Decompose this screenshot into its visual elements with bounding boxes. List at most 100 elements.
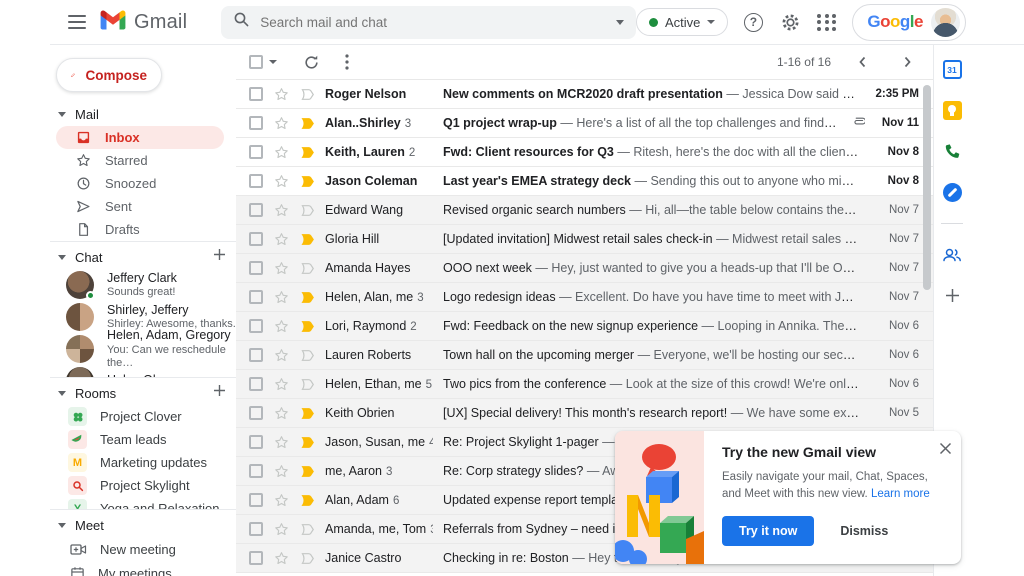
importance-marker[interactable] [299,492,315,508]
row-checkbox[interactable] [249,261,263,275]
email-row[interactable]: Gloria Hill [Updated invitation] Midwest… [236,225,933,254]
row-checkbox[interactable] [249,377,263,391]
settings-button[interactable] [778,10,802,34]
select-options-caret-icon[interactable] [269,60,277,64]
email-row[interactable]: Keith Obrien [UX] Special delivery! This… [236,399,933,428]
row-checkbox[interactable] [249,464,263,478]
star-icon[interactable] [273,492,289,508]
row-checkbox[interactable] [249,522,263,536]
row-checkbox[interactable] [249,348,263,362]
row-checkbox[interactable] [249,87,263,101]
importance-marker[interactable] [299,260,315,276]
importance-marker[interactable] [299,144,315,160]
learn-more-link[interactable]: Learn more [871,488,930,500]
row-checkbox[interactable] [249,116,263,130]
star-icon[interactable] [273,260,289,276]
email-row[interactable]: Helen, Ethan, me 5 Two pics from the conf… [236,370,933,399]
sidebar-item-my-meetings[interactable]: My meetings [50,561,236,576]
star-icon[interactable] [273,144,289,160]
add-room-icon[interactable] [213,384,226,402]
row-checkbox[interactable] [249,232,263,246]
importance-marker[interactable] [299,318,315,334]
row-checkbox[interactable] [249,290,263,304]
meet-section-header[interactable]: Meet [50,513,236,537]
importance-marker[interactable] [299,115,315,131]
importance-marker[interactable] [299,463,315,479]
sidebar-item-sent[interactable]: Sent [50,195,236,218]
email-row[interactable]: Jason Coleman Last year's EMEA strategy … [236,167,933,196]
dismiss-button[interactable]: Dismiss [840,524,888,538]
star-icon[interactable] [273,202,289,218]
importance-marker[interactable] [299,231,315,247]
calendar-app-button[interactable]: 31 [941,59,963,80]
help-button[interactable]: ? [741,10,765,34]
compose-button[interactable]: Compose [56,58,162,92]
row-checkbox[interactable] [249,551,263,565]
importance-marker[interactable] [299,405,315,421]
importance-marker[interactable] [299,202,315,218]
chat-item[interactable]: Helen, Adam, Gregory You: Can we resched… [50,328,236,369]
email-row[interactable]: Amanda Hayes OOO next week — Hey, just w… [236,254,933,283]
sidebar-item-new-meeting[interactable]: New meeting [50,537,236,561]
email-row[interactable]: Alan..Shirley 3 Q1 project wrap-up — Here… [236,109,933,138]
rooms-section-header[interactable]: Rooms [50,381,236,405]
keep-app-button[interactable] [941,100,963,121]
voice-app-button[interactable] [941,141,963,162]
star-icon[interactable] [273,115,289,131]
star-icon[interactable] [273,347,289,363]
star-icon[interactable] [273,376,289,392]
star-icon[interactable] [273,173,289,189]
newer-page-button[interactable] [851,50,875,74]
room-item[interactable]: Project Skylight [50,474,236,497]
importance-marker[interactable] [299,376,315,392]
contacts-app-button[interactable] [941,244,963,265]
importance-marker[interactable] [299,550,315,566]
search-options-caret-icon[interactable] [615,19,624,25]
email-row[interactable]: Lauren Roberts Town hall on the upcoming… [236,341,933,370]
room-item[interactable]: Y Yoga and Relaxation [50,497,236,509]
older-page-button[interactable] [895,50,919,74]
sidebar-item-drafts[interactable]: Drafts [50,218,236,241]
email-row[interactable]: Edward Wang Revised organic search numbe… [236,196,933,225]
star-icon[interactable] [273,521,289,537]
account-chip[interactable]: Google [852,3,966,41]
email-row[interactable]: Roger Nelson New comments on MCR2020 dra… [236,80,933,109]
star-icon[interactable] [273,86,289,102]
importance-marker[interactable] [299,173,315,189]
row-checkbox[interactable] [249,406,263,420]
refresh-button[interactable] [299,50,323,74]
row-checkbox[interactable] [249,435,263,449]
tasks-app-button[interactable] [941,182,963,203]
search-input[interactable] [260,14,616,30]
close-icon[interactable] [939,442,952,460]
status-selector[interactable]: Active [635,8,729,36]
email-row[interactable]: Keith, Lauren 2 Fwd: Client resources for… [236,138,933,167]
star-icon[interactable] [273,550,289,566]
room-item[interactable]: Team leads [50,428,236,451]
try-it-now-button[interactable]: Try it now [722,515,815,546]
sidebar-item-starred[interactable]: Starred [50,149,236,172]
sidebar-item-snoozed[interactable]: Snoozed [50,172,236,195]
profile-avatar[interactable] [931,7,960,37]
list-scrollbar[interactable] [923,85,931,290]
room-item[interactable]: Project Clover [50,405,236,428]
more-options-button[interactable] [335,50,359,74]
row-checkbox[interactable] [249,493,263,507]
chat-section-header[interactable]: Chat [50,245,236,269]
search-icon[interactable] [233,11,250,33]
mail-section-header[interactable]: Mail [50,102,236,126]
star-icon[interactable] [273,405,289,421]
chat-item[interactable]: Jeffery Clark Sounds great! [50,269,236,301]
main-menu-icon[interactable] [58,3,96,41]
importance-marker[interactable] [299,521,315,537]
importance-marker[interactable] [299,289,315,305]
email-row[interactable]: Lori, Raymond 2 Fwd: Feedback on the new … [236,312,933,341]
star-icon[interactable] [273,463,289,479]
importance-marker[interactable] [299,347,315,363]
star-icon[interactable] [273,318,289,334]
sidebar-item-inbox[interactable]: Inbox [56,126,224,149]
row-checkbox[interactable] [249,145,263,159]
importance-marker[interactable] [299,434,315,450]
room-item[interactable]: M Marketing updates [50,451,236,474]
row-checkbox[interactable] [249,174,263,188]
